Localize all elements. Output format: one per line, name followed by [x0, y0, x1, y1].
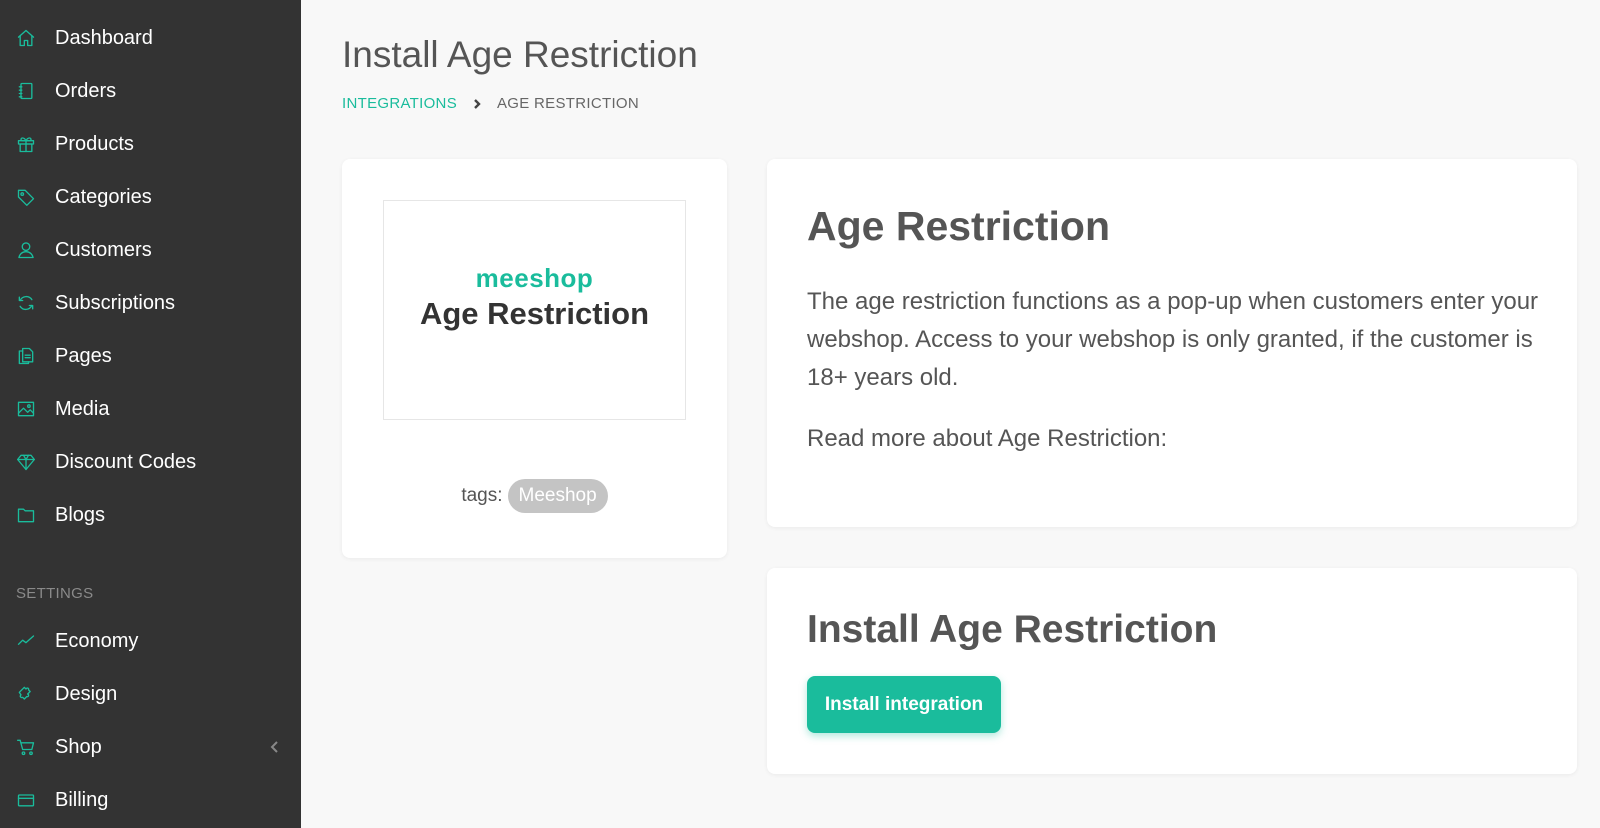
sidebar-item-economy[interactable]: Economy [0, 619, 301, 663]
sidebar-item-shop[interactable]: Shop [0, 725, 301, 769]
sidebar-item-label: Media [55, 397, 110, 420]
image-icon [15, 398, 37, 420]
sidebar-item-label: Discount Codes [55, 450, 197, 473]
read-more-text: Read more about Age Restriction: [807, 425, 1168, 452]
breadcrumb-integrations-link[interactable]: INTEGRATIONS [342, 95, 457, 112]
tag-icon [15, 186, 37, 208]
sidebar-item-orders[interactable]: Orders [0, 69, 301, 113]
sidebar-item-label: Design [55, 682, 118, 705]
sidebar-item-label: Products [55, 132, 134, 155]
sidebar-item-label: Categories [55, 185, 152, 208]
logo-brand-text: meeshop [475, 262, 594, 293]
sidebar-item-dashboard[interactable]: Dashboard [0, 16, 301, 60]
refresh-icon [15, 292, 37, 314]
sidebar-item-design[interactable]: Design [0, 672, 301, 716]
diamond-icon [15, 451, 37, 473]
sidebar-item-label: Pages [55, 344, 112, 367]
tag-badge[interactable]: Meeshop [507, 479, 608, 513]
info-title: Age Restriction [807, 203, 1110, 249]
sidebar-item-pages[interactable]: Pages [0, 334, 301, 378]
tags-row: tags: Meeshop [342, 479, 727, 513]
integration-logo-card: meeshop Age Restriction tags: Meeshop [342, 159, 727, 558]
logo-title-text: Age Restriction [419, 295, 650, 331]
sidebar-item-label: Blogs [55, 503, 106, 526]
sidebar-item-label: Orders [55, 79, 117, 102]
sidebar-item-products[interactable]: Products [0, 122, 301, 166]
user-icon [15, 239, 37, 261]
install-title: Install Age Restriction [807, 608, 1218, 651]
info-description: The age restriction functions as a pop-u… [807, 288, 1539, 391]
install-card: Install Age Restriction Install integrat… [767, 568, 1577, 774]
sidebar-item-customers[interactable]: Customers [0, 228, 301, 272]
main-content: Install Age Restriction INTEGRATIONS AGE… [301, 0, 1600, 828]
sidebar-item-label: Economy [55, 629, 139, 652]
sidebar-item-media[interactable]: Media [0, 387, 301, 431]
chevron-left-icon [268, 740, 282, 754]
folder-icon [15, 504, 37, 526]
home-icon [15, 27, 37, 49]
sidebar-item-label: Billing [55, 788, 109, 811]
sidebar-item-label: Subscriptions [55, 291, 176, 314]
chart-line-icon [15, 630, 37, 652]
settings-section-label: SETTINGS [16, 585, 94, 602]
integration-info-card: Age Restriction The age restriction func… [767, 159, 1577, 527]
tags-label: tags: [461, 485, 503, 506]
gift-icon [15, 133, 37, 155]
puzzle-icon [15, 683, 37, 705]
sidebar: Dashboard Orders Products Categories Cus… [0, 0, 301, 828]
chevron-right-icon [471, 98, 483, 110]
breadcrumb: INTEGRATIONS AGE RESTRICTION [342, 95, 639, 112]
cart-icon [15, 736, 37, 758]
pages-icon [15, 345, 37, 367]
sidebar-item-blogs[interactable]: Blogs [0, 493, 301, 537]
sidebar-item-discount-codes[interactable]: Discount Codes [0, 440, 301, 484]
credit-card-icon [15, 789, 37, 811]
sidebar-item-categories[interactable]: Categories [0, 175, 301, 219]
sidebar-item-label: Shop [55, 735, 102, 758]
install-integration-button[interactable]: Install integration [807, 676, 1001, 733]
notebook-icon [15, 80, 37, 102]
page-title: Install Age Restriction [342, 34, 698, 75]
sidebar-item-label: Dashboard [55, 26, 153, 49]
sidebar-item-subscriptions[interactable]: Subscriptions [0, 281, 301, 325]
breadcrumb-current: AGE RESTRICTION [497, 95, 640, 112]
sidebar-item-billing[interactable]: Billing [0, 778, 301, 822]
integration-logo: meeshop Age Restriction [383, 200, 686, 420]
sidebar-item-label: Customers [55, 238, 152, 261]
